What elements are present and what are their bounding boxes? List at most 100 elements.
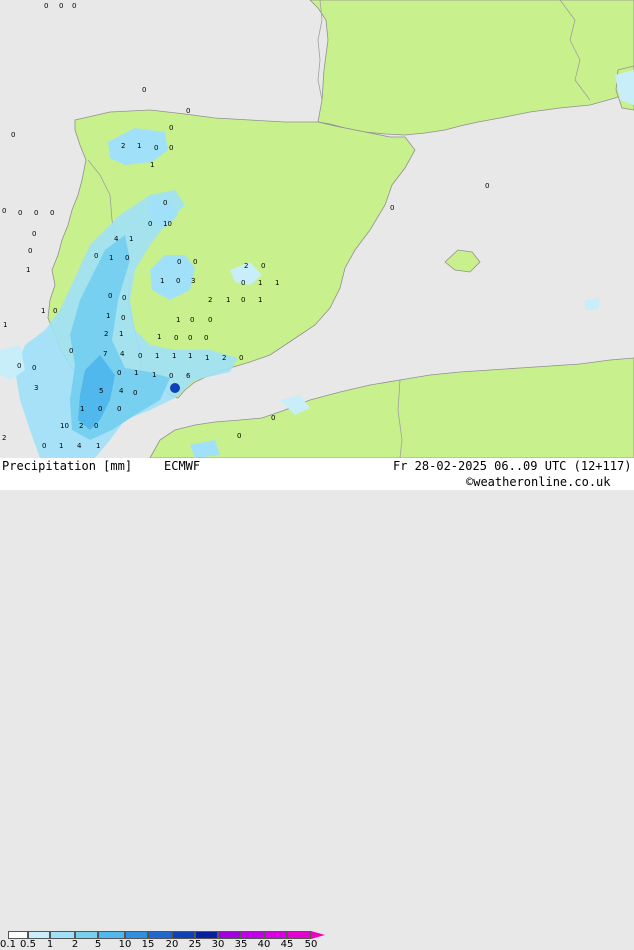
map-value: 1 [106, 312, 110, 320]
legend-swatch [264, 931, 287, 939]
map-value: 2 [244, 262, 248, 270]
map-value: 0 [11, 131, 15, 139]
map-value: 0 [169, 124, 173, 132]
model-name: ECMWF [164, 459, 201, 473]
map-value: 0 [2, 207, 6, 215]
map-value: 0 [18, 209, 22, 217]
legend-tick: 10 [118, 939, 132, 950]
map-value: 0 [390, 204, 394, 212]
map-value: 2 [104, 330, 108, 338]
map-value: 1 [26, 266, 30, 274]
map-value: 0 [117, 405, 121, 413]
legend-tick: 2 [71, 939, 79, 950]
map-value: 1 [188, 352, 192, 360]
map-value: 2 [222, 354, 226, 362]
map-value: 0 [53, 307, 57, 315]
map-value: 4 [120, 350, 125, 358]
legend-tick: 5 [94, 939, 102, 950]
map-value: 1 [205, 354, 209, 362]
map-value: 0 [176, 277, 180, 285]
map-value: 0 [69, 347, 73, 355]
legend-tick: 15 [141, 939, 155, 950]
legend-tick: 40 [257, 939, 271, 950]
map-value: 0 [98, 405, 102, 413]
precip-spot-4 [585, 298, 600, 310]
map-value: 1 [172, 352, 176, 360]
map-value: 0 [117, 369, 121, 377]
map-value: 1 [150, 161, 154, 169]
copyright: ©weatheronline.co.uk [466, 475, 611, 489]
map-value: 0 [138, 352, 142, 360]
map-value: 1 [160, 277, 164, 285]
map-value: 0 [32, 364, 36, 372]
map-value: 0 [121, 314, 125, 322]
footer-bar: Precipitation [mm] ECMWF Fr 28-02-2025 0… [0, 458, 634, 950]
map-value: 4 [114, 235, 119, 243]
legend-tick: 30 [211, 939, 225, 950]
map-value: 0 [32, 230, 36, 238]
precip-max [170, 383, 180, 393]
map-value: 0 [44, 2, 48, 10]
map-value: 6 [186, 372, 191, 380]
legend-tick: 50 [304, 939, 318, 950]
legend-swatch [98, 931, 125, 939]
map-value: 0 [154, 144, 158, 152]
map-value: 0 [271, 414, 275, 422]
map-value: 1 [41, 307, 45, 315]
map-value: 0 [148, 220, 152, 228]
map-value: 0 [72, 2, 76, 10]
legend-tick: 35 [234, 939, 248, 950]
map-value: 0 [204, 334, 208, 342]
legend-tick: 1 [46, 939, 54, 950]
legend-swatch [50, 931, 75, 939]
legend-swatch [75, 931, 98, 939]
map-value: 1 [119, 330, 123, 338]
legend-swatch [28, 931, 50, 939]
legend-tick: 25 [188, 939, 202, 950]
legend-swatch [195, 931, 218, 939]
map-value: 1 [137, 142, 141, 150]
legend-swatch [148, 931, 172, 939]
legend-swatch [241, 931, 264, 939]
precipitation-map: 0 0 0 0 0 0 0 2 1 0 0 1 0 10 0 0 0 0 0 4 1 0 0 1 0 0 1 0 0 1 0 3 2 0 0 1 1 0 0… [0, 0, 634, 459]
map-value: 2 [2, 434, 6, 442]
map-value: 0 [177, 258, 181, 266]
map-value: 0 [261, 262, 265, 270]
map-value: 2 [208, 296, 212, 304]
map-value: 0 [169, 372, 173, 380]
map-value: 0 [50, 209, 54, 217]
map-value: 0 [34, 209, 38, 217]
map-value: 0 [59, 2, 63, 10]
map-value: 3 [34, 384, 38, 392]
map-value: 10 [60, 422, 69, 430]
map-value: 1 [109, 254, 113, 262]
map-value: 1 [275, 279, 279, 287]
map-value: 0 [125, 254, 129, 262]
map-value: 0 [94, 422, 98, 430]
map-value: 0 [190, 316, 194, 324]
legend-swatch [125, 931, 148, 939]
legend-tick: 20 [165, 939, 179, 950]
map-value: 1 [96, 442, 100, 450]
legend-tick: 0.1 [0, 939, 16, 950]
map-value: 1 [3, 321, 7, 329]
legend-swatch [287, 931, 311, 939]
map-value: 0 [208, 316, 212, 324]
map-value: 1 [258, 279, 262, 287]
map-value: 1 [152, 371, 156, 379]
map-value: 0 [193, 258, 197, 266]
map-value: 0 [485, 182, 489, 190]
map-value: 1 [155, 352, 159, 360]
map-value: 0 [186, 107, 190, 115]
map-value: 2 [121, 142, 125, 150]
map-value: 0 [133, 389, 137, 397]
map-value: 1 [80, 405, 84, 413]
map-value: 10 [163, 220, 172, 228]
map-value: 1 [157, 333, 161, 341]
product-title: Precipitation [mm] [2, 459, 133, 473]
map-value: 0 [142, 86, 146, 94]
map-value: 0 [239, 354, 243, 362]
map-value: 0 [163, 199, 167, 207]
legend-tick: 45 [280, 939, 294, 950]
map-value: 1 [129, 235, 133, 243]
